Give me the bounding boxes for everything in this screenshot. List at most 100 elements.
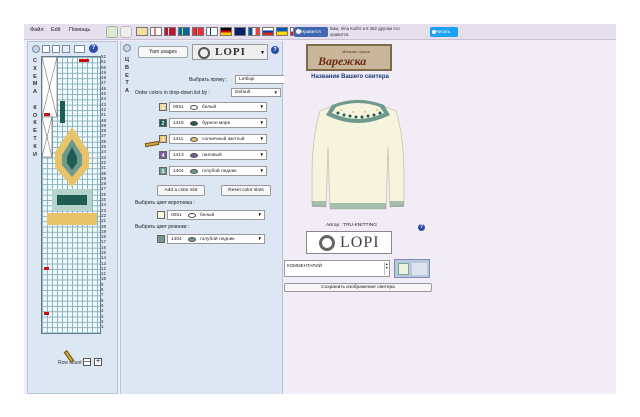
vertical-letter: К xyxy=(33,120,37,127)
color-slot-select[interactable]: 1413 лиловый ▼ xyxy=(169,150,267,160)
facebook-like-button[interactable]: Нравится xyxy=(294,27,328,37)
dropdown-arrow-icon: ▼ xyxy=(273,90,278,95)
vertical-letter: Т xyxy=(125,80,129,87)
color-code: 1413 xyxy=(173,153,184,158)
collar-color-select[interactable]: 0051 белый ▼ xyxy=(157,210,269,220)
ribbing-color-select[interactable]: 1404 голубой ледник ▼ xyxy=(157,234,269,244)
menu-edit[interactable]: Edit xyxy=(51,27,60,33)
flag-se-icon[interactable] xyxy=(178,27,190,36)
vertical-letter: Е xyxy=(33,128,37,135)
color-slot-2[interactable]: 2 1415 бурное море ▼ xyxy=(159,118,267,128)
image-view-icon[interactable] xyxy=(74,45,85,53)
comment-scrollbar[interactable]: ▲ ▼ xyxy=(384,262,388,275)
color-slot-3[interactable]: 3 1411 солнечный желтый ▼ xyxy=(159,134,267,144)
lopi-logo-icon xyxy=(319,235,335,251)
add-color-slot-button[interactable]: Add a color slot xyxy=(157,185,205,196)
help-icon[interactable]: ? xyxy=(89,44,98,53)
yarn-ball-icon xyxy=(190,169,198,174)
menu-file[interactable]: Файл xyxy=(30,27,44,33)
flag-gb-icon[interactable] xyxy=(234,27,246,36)
columns-view-icon[interactable] xyxy=(52,45,60,53)
help-icon[interactable]: ? xyxy=(271,46,279,54)
like-label: Нравится xyxy=(301,29,321,34)
yarn-usages-button[interactable]: Yarn usages xyxy=(138,46,188,58)
shop-logo[interactable]: Магазин пряжи Варежка xyxy=(306,44,392,71)
lopi-logo-icon xyxy=(198,47,210,59)
color-code: 1411 xyxy=(173,137,184,142)
ribbing-label: Выбрать цвет резинки : xyxy=(135,224,190,230)
color-slot-select[interactable]: 1404 голубой ледник ▼ xyxy=(169,166,267,176)
collapse-colors-icon[interactable] xyxy=(123,44,131,52)
flag-fr-icon[interactable] xyxy=(248,27,260,36)
marker-2 xyxy=(44,267,49,270)
sweater-image xyxy=(311,99,405,210)
top-toolbar: Файл Edit Помощь Нравится Вам, Irina Koi… xyxy=(24,24,616,40)
pattern-band-1 xyxy=(60,101,65,123)
order-label: Order colors in drop-down list by : xyxy=(135,90,210,96)
dropdown-arrow-icon: ▼ xyxy=(257,212,262,217)
envelope-icon[interactable] xyxy=(136,27,148,36)
dropdown-arrow-icon: ▼ xyxy=(259,120,264,125)
color-slot-4[interactable]: 4 1413 лиловый ▼ xyxy=(159,150,267,160)
dropdown-arrow-icon: ▼ xyxy=(259,168,264,173)
grid-view-icon[interactable] xyxy=(42,45,50,53)
vertical-letter: О xyxy=(32,112,38,119)
twitter-button[interactable]: Читать xyxy=(430,27,458,37)
page-view-icon[interactable] xyxy=(62,45,70,53)
color-slot-select[interactable]: 1411 солнечный желтый ▼ xyxy=(169,134,267,144)
yarn-ball-icon xyxy=(188,213,196,218)
collapse-icon[interactable] xyxy=(32,45,40,53)
sweater-title[interactable]: Название Вашего свитера xyxy=(284,74,416,80)
brand-select[interactable]: LOPI ▼ xyxy=(192,44,268,60)
undo-icon[interactable] xyxy=(106,26,118,38)
author-label: Автор : xyxy=(326,223,342,228)
dropdown-arrow-icon: ▼ xyxy=(259,104,264,109)
reset-color-slots-button[interactable]: Reset color slots xyxy=(221,185,271,196)
chart-thumbnail[interactable] xyxy=(394,259,430,278)
like-count-text: Вам, Irina Koifer и 8 382 другим это нра… xyxy=(330,26,400,37)
shop-logo-name: Варежка xyxy=(318,54,367,68)
flag-ua-icon[interactable] xyxy=(276,27,288,36)
row-count-plus-button[interactable]: + xyxy=(94,358,102,366)
comment-input[interactable]: КОММЕНТАРИЙ ▲ ▼ xyxy=(284,260,390,277)
row-count-minus-button[interactable]: — xyxy=(83,358,91,366)
color-slot-1[interactable]: 1 0051 белый ▼ xyxy=(159,102,267,112)
vertical-letter: И xyxy=(33,151,37,158)
yarn-ball-icon xyxy=(190,153,198,158)
flag-no-icon[interactable] xyxy=(192,27,204,36)
author-name: TRU-KNITTING xyxy=(343,223,377,228)
yarn-select[interactable]: Lettlopi▼ xyxy=(235,75,291,84)
app-window: Файл Edit Помощь Нравится Вам, Irina Koi… xyxy=(24,24,616,394)
flag-dk-icon[interactable] xyxy=(164,27,176,36)
flag-de-icon[interactable] xyxy=(220,27,232,36)
help-icon[interactable]: ? xyxy=(418,224,425,231)
color-slot-select[interactable]: 1415 бурное море ▼ xyxy=(169,118,267,128)
flag-fi-icon[interactable] xyxy=(206,27,218,36)
vertical-letter: М xyxy=(32,81,38,88)
color-name: белый xyxy=(202,105,217,110)
color-slot-number: 4 xyxy=(159,151,167,159)
menu-help[interactable]: Помощь xyxy=(69,27,90,33)
dropdown-arrow-icon: ▼ xyxy=(260,50,265,56)
color-slot-5[interactable]: 5 1404 голубой ледник ▼ xyxy=(159,166,267,176)
collar-select[interactable]: 0051 белый ▼ xyxy=(167,210,265,220)
flag-ru-icon[interactable] xyxy=(262,27,274,36)
yarn-value: Lettlopi xyxy=(239,77,255,82)
ribbing-select[interactable]: 1404 голубой ледник ▼ xyxy=(167,234,265,244)
knitting-chart-grid[interactable] xyxy=(41,56,101,334)
color-slot-number: 3 xyxy=(159,135,167,143)
color-name: белый xyxy=(200,213,215,218)
vertical-letter: Е xyxy=(125,72,129,79)
color-name: голубой ледник xyxy=(200,237,235,242)
save-sweater-image-button[interactable]: Сохранить изображение свитера xyxy=(284,283,432,292)
vertical-letter: В xyxy=(125,64,129,71)
color-slot-select[interactable]: 0051 белый ▼ xyxy=(169,102,267,112)
yarn-ball-icon xyxy=(190,121,198,126)
redo-icon[interactable] xyxy=(120,26,132,38)
dropdown-arrow-icon: ▼ xyxy=(259,152,264,157)
tweet-label: Читать xyxy=(436,29,451,34)
order-select[interactable]: Default ▼ xyxy=(231,88,281,97)
flag-is-icon[interactable] xyxy=(150,27,162,36)
color-slot-number: 5 xyxy=(159,167,167,175)
color-code: 1404 xyxy=(173,169,184,174)
